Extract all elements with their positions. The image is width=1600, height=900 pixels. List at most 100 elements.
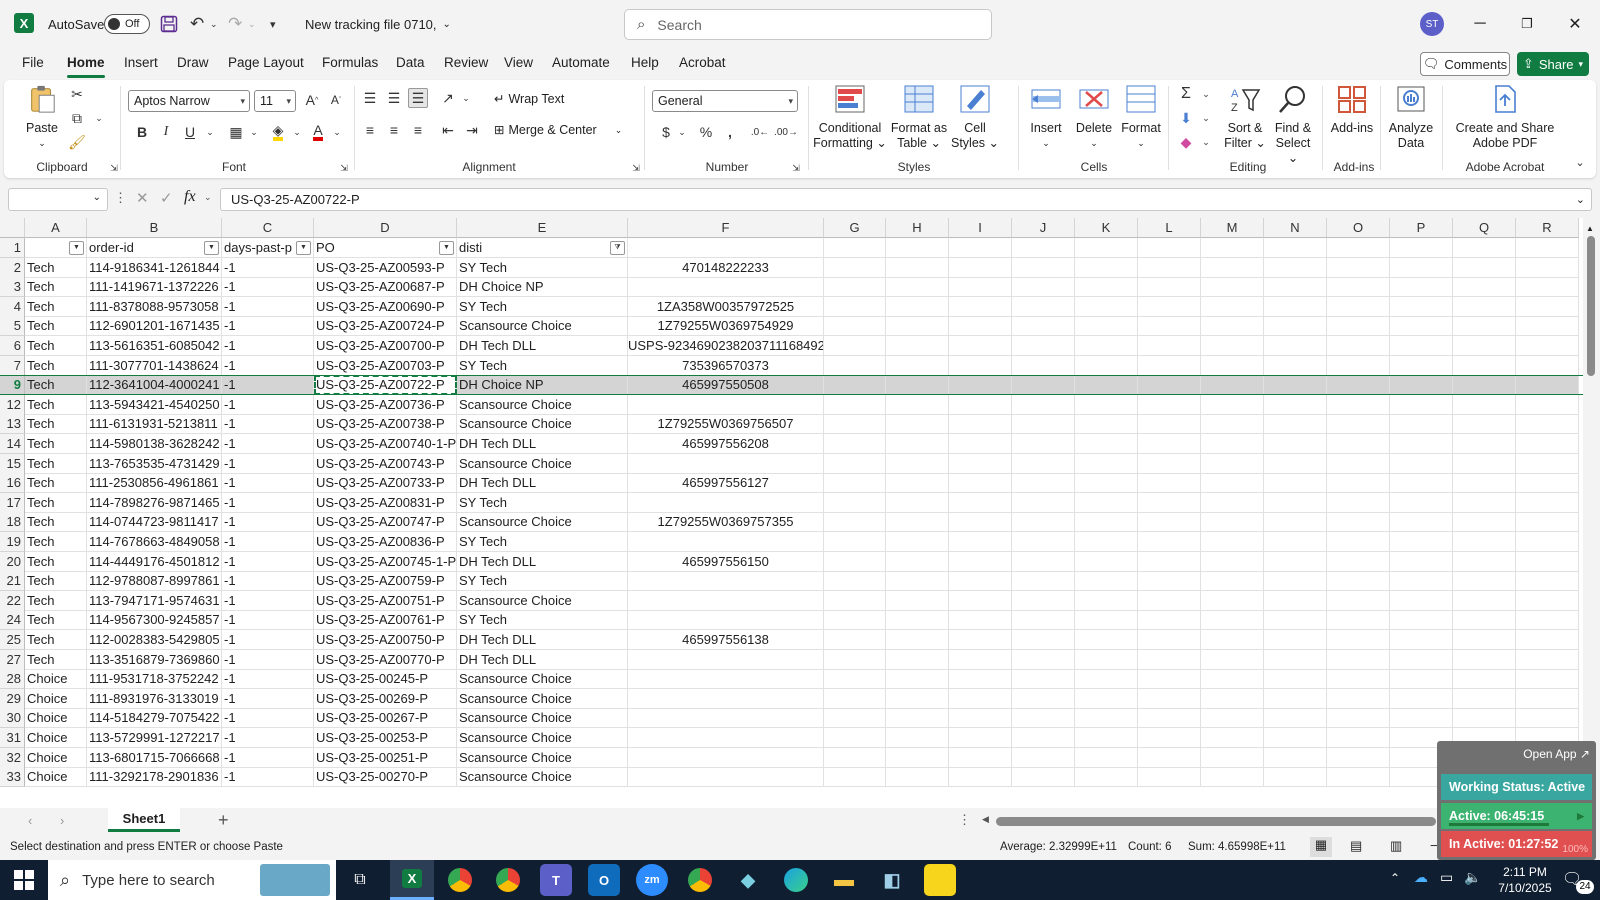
cell[interactable] (1201, 394, 1264, 415)
cell[interactable] (886, 394, 949, 415)
tray-chevron-icon[interactable]: ⌃ (1390, 871, 1400, 885)
cell[interactable] (1075, 571, 1138, 592)
cell[interactable] (824, 492, 886, 513)
cell[interactable] (949, 492, 1012, 513)
cell[interactable] (1138, 728, 1201, 748)
cell[interactable]: 735396570373 (628, 355, 824, 376)
cell[interactable]: 465997556150 (628, 551, 824, 572)
normal-view-icon[interactable]: ▦ (1310, 837, 1332, 857)
cell[interactable] (1516, 551, 1579, 572)
cell[interactable]: 111-2530856-4961861 (87, 473, 222, 494)
cell[interactable] (949, 688, 1012, 709)
column-header[interactable]: I (949, 218, 1012, 238)
cell[interactable]: Scansource Choice (457, 747, 628, 768)
cell[interactable]: Scansource Choice (457, 316, 628, 337)
cell[interactable]: US-Q3-25-AZ00738-P (314, 414, 457, 435)
cell[interactable] (824, 571, 886, 592)
cell[interactable] (1138, 649, 1201, 670)
column-header[interactable]: P (1390, 218, 1453, 238)
cell[interactable]: US-Q3-25-AZ00761-P (314, 610, 457, 631)
cell[interactable]: Scansource Choice (457, 453, 628, 474)
cell[interactable] (1012, 277, 1075, 298)
cell[interactable]: 465997556208 (628, 434, 824, 454)
horizontal-scroll-thumb[interactable] (996, 817, 1436, 826)
close-icon[interactable]: ✕ (1552, 0, 1598, 48)
cell[interactable]: SY Tech (457, 532, 628, 552)
cell[interactable] (1075, 453, 1138, 474)
cell[interactable]: US-Q3-25-AZ00722-P (314, 375, 457, 396)
cell[interactable] (949, 375, 1012, 396)
cell[interactable]: 113-7653535-4731429 (87, 453, 222, 474)
cell[interactable] (1327, 767, 1390, 788)
cell[interactable] (824, 747, 886, 768)
clock[interactable]: 2:11 PM 7/10/2025 (1492, 864, 1558, 896)
cell[interactable] (1264, 747, 1327, 768)
cell[interactable]: 465997556138 (628, 630, 824, 650)
cell[interactable] (1012, 532, 1075, 552)
cell[interactable]: US-Q3-25-00245-P (314, 669, 457, 690)
cell[interactable] (1516, 257, 1579, 278)
cell[interactable] (949, 473, 1012, 494)
cell[interactable]: -1 (222, 630, 314, 650)
add-ins-button[interactable]: Add-ins (1328, 84, 1376, 136)
cell[interactable]: days-past-p ▼ (222, 238, 314, 258)
cell[interactable]: ▼ (25, 238, 87, 258)
cell[interactable]: -1 (222, 316, 314, 337)
cell[interactable] (949, 336, 1012, 356)
cell[interactable]: Scansource Choice (457, 590, 628, 611)
paste-button[interactable]: Paste ⌄ (20, 84, 64, 151)
cell[interactable]: -1 (222, 394, 314, 415)
cell[interactable] (1327, 434, 1390, 454)
autosave-toggle[interactable]: Off (104, 14, 150, 34)
column-header[interactable]: H (886, 218, 949, 238)
align-right-icon[interactable]: ≡ (408, 120, 428, 140)
cell[interactable] (628, 649, 824, 670)
cell[interactable] (1075, 414, 1138, 435)
row-header[interactable]: 33 (0, 767, 25, 788)
taskbar-chrome-alt-icon[interactable] (684, 864, 716, 896)
fill-icon[interactable]: ⬇ (1176, 108, 1196, 128)
cell[interactable] (1264, 571, 1327, 592)
vertical-scrollbar[interactable]: ▲ (1583, 218, 1600, 808)
cell[interactable] (1516, 688, 1579, 709)
cell[interactable] (1201, 473, 1264, 494)
cell[interactable]: US-Q3-25-AZ00759-P (314, 571, 457, 592)
cell[interactable]: Scansource Choice (457, 728, 628, 748)
cell[interactable]: -1 (222, 649, 314, 670)
cell[interactable]: Scansource Choice (457, 394, 628, 415)
cell[interactable] (1138, 355, 1201, 376)
cell[interactable] (628, 747, 824, 768)
column-header[interactable]: E (457, 218, 628, 238)
cell[interactable] (886, 512, 949, 533)
cell[interactable] (1012, 453, 1075, 474)
cell[interactable] (628, 767, 824, 788)
cell[interactable] (1327, 238, 1390, 258)
column-header[interactable]: D (314, 218, 457, 238)
cell[interactable] (886, 453, 949, 474)
cell[interactable] (1012, 590, 1075, 611)
row-header[interactable]: 29 (0, 688, 25, 709)
row-header[interactable]: 15 (0, 453, 25, 474)
sheet-tab-sheet1[interactable]: Sheet1 (108, 808, 180, 832)
cell[interactable] (1138, 630, 1201, 650)
cell[interactable]: DH Tech DLL (457, 473, 628, 494)
cell[interactable]: US-Q3-25-AZ00740-1-P (314, 434, 457, 454)
cell[interactable] (824, 767, 886, 788)
cell[interactable] (1201, 767, 1264, 788)
cell[interactable] (1327, 473, 1390, 494)
cell[interactable] (1264, 610, 1327, 631)
clipboard-launcher-icon[interactable]: ⇲ (104, 158, 124, 178)
cell[interactable] (1327, 571, 1390, 592)
cell[interactable]: -1 (222, 669, 314, 690)
cell[interactable] (1264, 708, 1327, 729)
cell[interactable] (1075, 728, 1138, 748)
cell[interactable] (1138, 610, 1201, 631)
cell[interactable] (1201, 512, 1264, 533)
cell[interactable] (1075, 394, 1138, 415)
decrease-decimal-icon[interactable]: .00→ (774, 122, 798, 142)
cell[interactable]: -1 (222, 453, 314, 474)
cell[interactable] (1327, 630, 1390, 650)
cell[interactable] (949, 414, 1012, 435)
cell[interactable]: 114-4449176-4501812 (87, 551, 222, 572)
format-painter-icon[interactable]: 🖌 (67, 132, 87, 152)
